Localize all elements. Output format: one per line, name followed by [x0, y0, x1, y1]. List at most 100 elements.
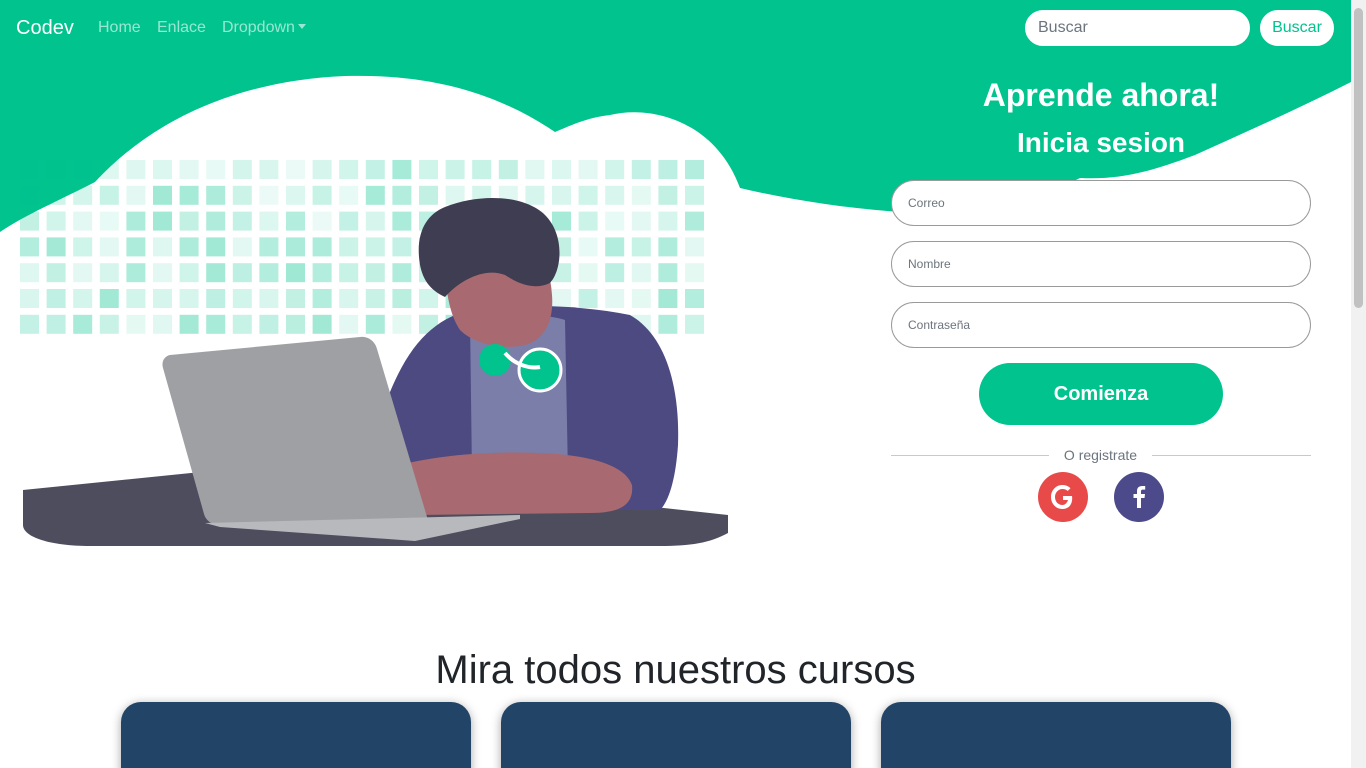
- grid-tile: [259, 211, 279, 231]
- grid-tile: [552, 160, 571, 179]
- search-button[interactable]: Buscar: [1260, 10, 1334, 46]
- divider-line-right: [1152, 455, 1311, 456]
- email-field[interactable]: [891, 180, 1311, 226]
- course-card[interactable]: [881, 702, 1231, 768]
- grid-tile: [126, 185, 146, 205]
- grid-tile: [179, 211, 199, 231]
- grid-tile: [605, 185, 625, 205]
- grid-tile: [232, 160, 252, 179]
- grid-tile: [153, 211, 172, 231]
- grid-tile: [46, 211, 66, 231]
- grid-tile: [99, 289, 119, 308]
- nav-dropdown-toggle[interactable]: Dropdown: [222, 18, 306, 38]
- grid-tile: [46, 263, 66, 283]
- grid-tile: [685, 289, 704, 308]
- password-field[interactable]: [891, 302, 1311, 348]
- grid-tile: [312, 160, 332, 179]
- grid-tile: [605, 289, 625, 308]
- grid-tile: [365, 160, 385, 179]
- grid-tile: [365, 237, 385, 257]
- grid-tile: [179, 289, 199, 308]
- nav-link-home[interactable]: Home: [98, 18, 141, 38]
- grid-tile: [286, 237, 305, 257]
- login-subtitle: Inicia sesion: [1016, 127, 1186, 158]
- grid-tile: [20, 263, 39, 283]
- scrollbar-thumb[interactable]: [1354, 8, 1363, 308]
- grid-tile: [126, 314, 146, 334]
- grid-tile: [365, 289, 385, 308]
- person-with-laptop-illustration: [20, 160, 728, 546]
- grid-tile: [206, 263, 226, 283]
- grid-tile: [631, 289, 651, 308]
- grid-tile: [286, 185, 305, 205]
- grid-tile: [206, 289, 226, 308]
- grid-tile: [392, 160, 412, 179]
- grid-tile: [20, 160, 39, 179]
- grid-tile: [126, 160, 146, 179]
- grid-tile: [46, 289, 66, 308]
- grid-tile: [46, 237, 66, 257]
- grid-tile: [20, 185, 39, 205]
- grid-tile: [232, 263, 252, 283]
- grid-tile: [73, 211, 93, 231]
- grid-tile: [658, 263, 678, 283]
- grid-tile: [312, 211, 332, 231]
- grid-tile: [552, 289, 571, 308]
- grid-tile: [73, 237, 93, 257]
- grid-tile: [658, 185, 678, 205]
- grid-tile: [392, 211, 412, 231]
- grid-tile: [206, 314, 226, 334]
- grid-tile: [73, 160, 93, 179]
- grid-tile: [259, 314, 279, 334]
- grid-tile: [605, 160, 625, 179]
- grid-tile: [126, 211, 146, 231]
- grid-tile: [605, 263, 625, 283]
- nav-link-enlace[interactable]: Enlace: [157, 18, 206, 38]
- grid-tile: [685, 211, 704, 231]
- grid-tile: [73, 263, 93, 283]
- start-button[interactable]: Comienza: [979, 363, 1223, 425]
- grid-tile: [20, 237, 39, 257]
- course-card[interactable]: [121, 702, 471, 768]
- google-signin-button[interactable]: [1038, 472, 1088, 522]
- grid-pattern: [20, 160, 704, 334]
- grid-tile: [259, 185, 279, 205]
- course-card[interactable]: [501, 702, 851, 768]
- grid-tile: [419, 185, 438, 205]
- grid-tile: [126, 289, 146, 308]
- grid-tile: [232, 289, 252, 308]
- grid-tile: [339, 211, 359, 231]
- grid-tile: [472, 160, 492, 179]
- grid-tile: [498, 160, 518, 179]
- courses-title: Mira todos nuestros cursos: [435, 648, 916, 692]
- grid-tile: [153, 237, 172, 257]
- grid-tile: [312, 237, 332, 257]
- google-icon: [1051, 485, 1073, 509]
- grid-tile: [46, 160, 66, 179]
- grid-tile: [392, 185, 412, 205]
- grid-tile: [578, 263, 598, 283]
- search-input[interactable]: [1025, 10, 1250, 46]
- page: Codev Home Enlace Dropdown Buscar Aprend…: [0, 0, 1351, 768]
- grid-tile: [552, 211, 571, 231]
- grid-tile: [419, 160, 438, 179]
- vertical-scrollbar[interactable]: [1351, 0, 1366, 768]
- grid-tile: [392, 237, 412, 257]
- grid-tile: [20, 211, 39, 231]
- grid-tile: [339, 314, 359, 334]
- grid-tile: [578, 289, 598, 308]
- brand-logo[interactable]: Codev: [16, 15, 74, 41]
- grid-tile: [153, 185, 172, 205]
- grid-tile: [232, 314, 252, 334]
- facebook-signin-button[interactable]: [1114, 472, 1164, 522]
- grid-tile: [605, 211, 625, 231]
- grid-tile: [578, 185, 598, 205]
- grid-tile: [365, 314, 385, 334]
- grid-tile: [153, 314, 172, 334]
- register-divider-text: O registrate: [1063, 447, 1138, 463]
- grid-tile: [605, 237, 625, 257]
- grid-tile: [365, 211, 385, 231]
- grid-tile: [339, 263, 359, 283]
- name-field[interactable]: [891, 241, 1311, 287]
- grid-tile: [99, 237, 119, 257]
